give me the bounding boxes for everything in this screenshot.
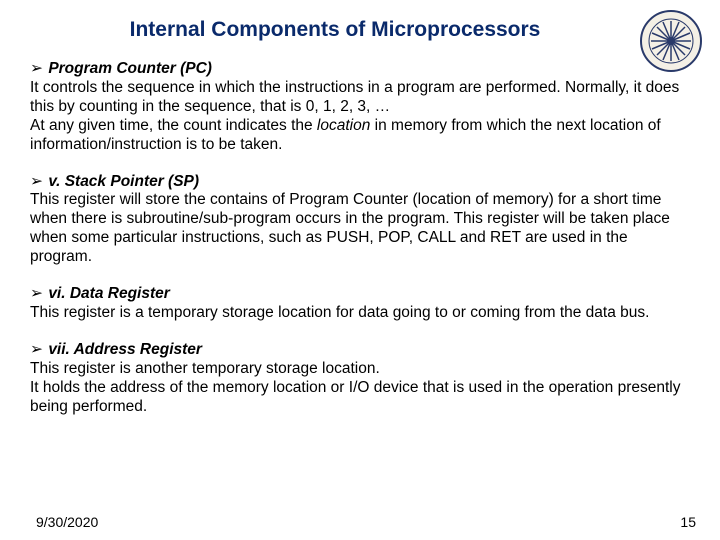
bullet-icon: ➢ [30, 285, 44, 304]
university-logo [640, 10, 702, 72]
section-heading: v. Stack Pointer (SP) [48, 173, 199, 190]
section-heading: Program Counter (PC) [48, 60, 212, 77]
section-body: It controls the sequence in which the in… [30, 79, 692, 155]
bullet-icon: ➢ [30, 173, 44, 192]
page-title: Internal Components of Microprocessors [0, 0, 720, 42]
section-heading: vi. Data Register [48, 285, 169, 302]
bullet-icon: ➢ [30, 341, 44, 360]
section-data-register: ➢ vi. Data Register This register is a t… [30, 285, 692, 323]
section-body: This register is a temporary storage loc… [30, 304, 692, 323]
footer-date: 9/30/2020 [36, 514, 98, 530]
bullet-icon: ➢ [30, 60, 44, 79]
slide-content: ➢ Program Counter (PC) It controls the s… [0, 42, 720, 417]
section-body: This register will store the contains of… [30, 191, 692, 267]
footer-page-number: 15 [680, 514, 696, 530]
section-heading: vii. Address Register [48, 341, 202, 358]
section-program-counter: ➢ Program Counter (PC) It controls the s… [30, 60, 692, 155]
section-stack-pointer: ➢ v. Stack Pointer (SP) This register wi… [30, 173, 692, 268]
section-body: This register is another temporary stora… [30, 360, 692, 417]
section-address-register: ➢ vii. Address Register This register is… [30, 341, 692, 417]
